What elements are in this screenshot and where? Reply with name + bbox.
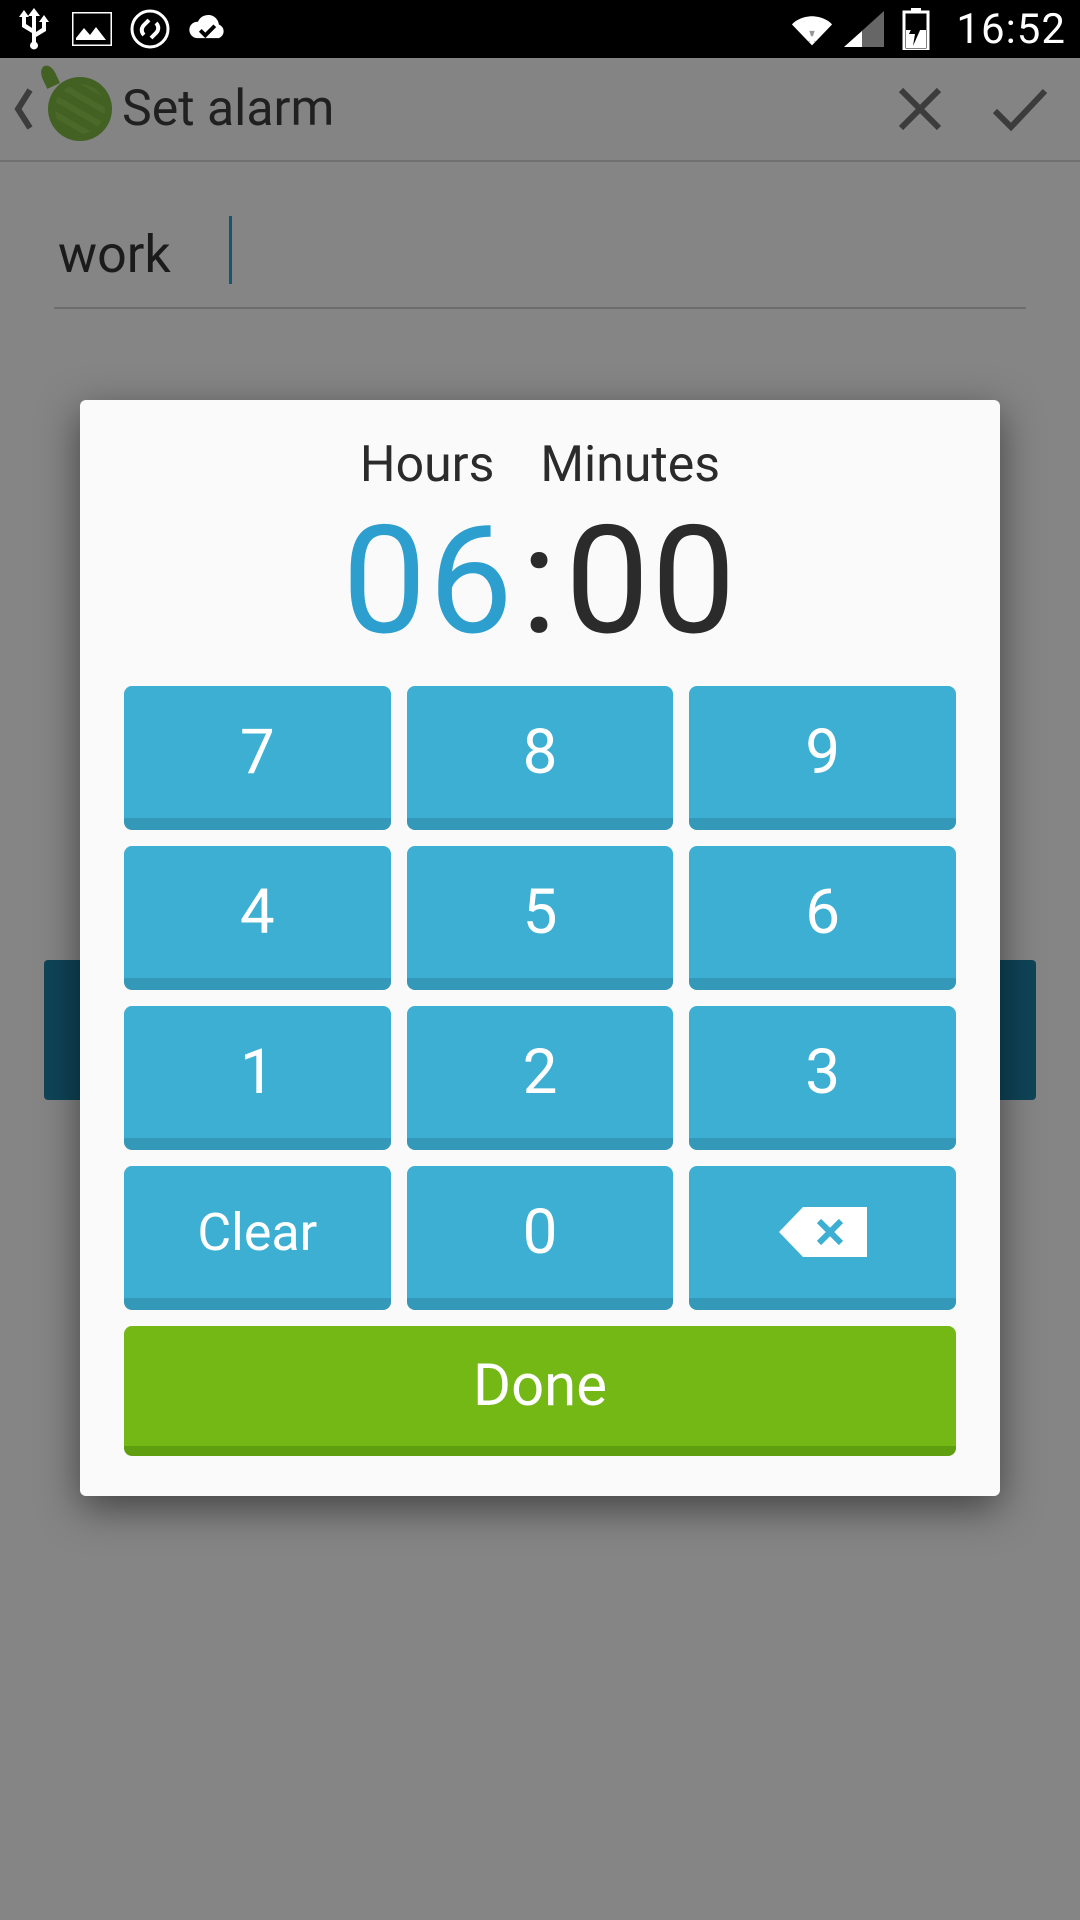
key-4[interactable]: 4	[124, 846, 391, 990]
key-5[interactable]: 5	[407, 846, 674, 990]
keypad: 7 8 9 4 5 6 1 2 3 Clear 0	[124, 686, 956, 1310]
key-7[interactable]: 7	[124, 686, 391, 830]
status-bar: 16:52	[0, 0, 1080, 58]
time-colon: :	[521, 506, 559, 656]
time-picker-modal: Hours Minutes 06 : 00 7 8 9 4 5 6 1 2 3 …	[80, 400, 1000, 1496]
minutes-label: Minutes	[540, 436, 720, 494]
time-display: 06 : 00	[124, 506, 956, 656]
key-9[interactable]: 9	[689, 686, 956, 830]
key-3[interactable]: 3	[689, 1006, 956, 1150]
usb-icon	[14, 9, 54, 49]
key-clear[interactable]: Clear	[124, 1166, 391, 1310]
done-button[interactable]: Done	[124, 1326, 956, 1456]
status-left-icons	[14, 9, 228, 49]
status-right-icons: 16:52	[792, 5, 1066, 54]
time-labels: Hours Minutes	[124, 436, 956, 494]
minutes-value[interactable]: 00	[565, 506, 738, 656]
image-icon	[72, 9, 112, 49]
key-6[interactable]: 6	[689, 846, 956, 990]
key-2[interactable]: 2	[407, 1006, 674, 1150]
backspace-icon	[779, 1207, 867, 1257]
hours-value[interactable]: 06	[342, 506, 515, 656]
key-backspace[interactable]	[689, 1166, 956, 1310]
shazam-icon	[130, 9, 170, 49]
hours-label: Hours	[360, 436, 495, 494]
cloud-check-icon	[188, 9, 228, 49]
key-1[interactable]: 1	[124, 1006, 391, 1150]
wifi-icon	[792, 9, 832, 49]
key-0[interactable]: 0	[407, 1166, 674, 1310]
signal-icon	[844, 9, 884, 49]
key-8[interactable]: 8	[407, 686, 674, 830]
status-time: 16:52	[956, 5, 1066, 54]
battery-charging-icon	[896, 9, 936, 49]
